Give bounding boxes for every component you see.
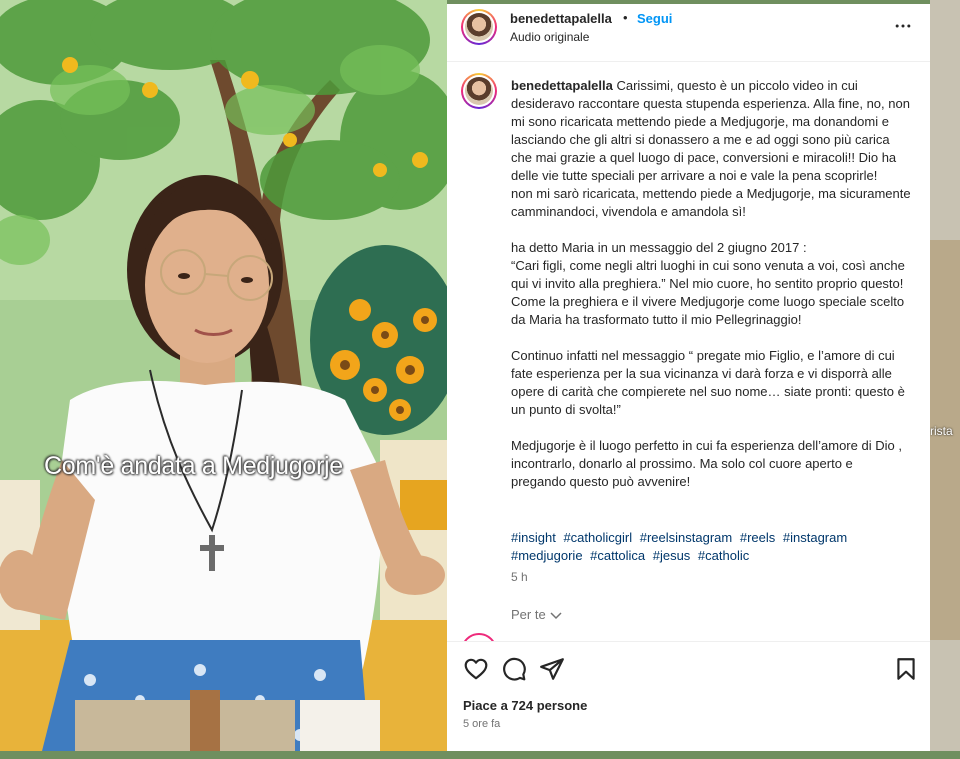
- more-icon[interactable]: [893, 16, 913, 36]
- caption-body: Carissimi, questo è un piccolo video in …: [511, 78, 911, 489]
- hashtag-link[interactable]: #cattolica: [590, 548, 645, 563]
- hashtag-link[interactable]: #reelsinstagram: [640, 530, 733, 545]
- post-header: benedettapalella • Segui Audio originale: [447, 4, 930, 62]
- post-timestamp[interactable]: 5 ore fa: [463, 718, 500, 730]
- heart-icon[interactable]: [463, 656, 489, 682]
- chevron-down-icon: [550, 612, 562, 619]
- comment-icon[interactable]: [501, 656, 527, 682]
- hashtag-link[interactable]: #jesus: [653, 548, 691, 563]
- hashtag-link[interactable]: #instagram: [783, 530, 847, 545]
- caption-author-avatar[interactable]: [461, 73, 497, 109]
- per-te-label: Per te: [511, 607, 546, 622]
- post-comments-area[interactable]: benedettapalella Carissimi, questo è un …: [447, 63, 930, 641]
- caption-timestamp[interactable]: 5 h: [511, 570, 528, 584]
- per-te-dropdown[interactable]: Per te: [511, 607, 562, 622]
- author-username[interactable]: benedettapalella: [510, 11, 612, 26]
- video-frame-illustration: [0, 0, 447, 759]
- background-peek-text: rista: [930, 424, 953, 438]
- header-separator: •: [623, 10, 628, 25]
- hashtag-link[interactable]: #reels: [740, 530, 775, 545]
- background-page-edge: rista: [930, 0, 960, 759]
- hashtag-list: #insight #catholicgirl #reelsinstagram #…: [511, 529, 911, 565]
- audio-label[interactable]: Audio originale: [510, 30, 589, 44]
- hashtag-link[interactable]: #catholic: [698, 548, 749, 563]
- hashtag-link[interactable]: #insight: [511, 530, 556, 545]
- background-thumbnail: [930, 240, 960, 640]
- post-caption: benedettapalella Carissimi, questo è un …: [511, 77, 911, 491]
- window-bottom-border: [0, 751, 960, 759]
- caption-author-name[interactable]: benedettapalella: [511, 78, 613, 93]
- author-avatar[interactable]: [461, 9, 497, 45]
- hashtag-link[interactable]: #catholicgirl: [563, 530, 632, 545]
- likes-count[interactable]: Piace a 724 persone: [463, 698, 587, 713]
- bookmark-icon[interactable]: [893, 656, 919, 682]
- hashtag-link[interactable]: #medjugorie: [511, 548, 583, 563]
- video-caption-overlay: Com'è andata a Medjugorje: [44, 452, 343, 480]
- share-icon[interactable]: [539, 656, 565, 682]
- post-actions: Piace a 724 persone 5 ore fa: [447, 641, 930, 751]
- follow-button[interactable]: Segui: [637, 11, 672, 26]
- comment-avatar[interactable]: [461, 633, 497, 641]
- post-panel: benedettapalella • Segui Audio originale…: [447, 4, 930, 751]
- reel-video[interactable]: Com'è andata a Medjugorje: [0, 0, 447, 759]
